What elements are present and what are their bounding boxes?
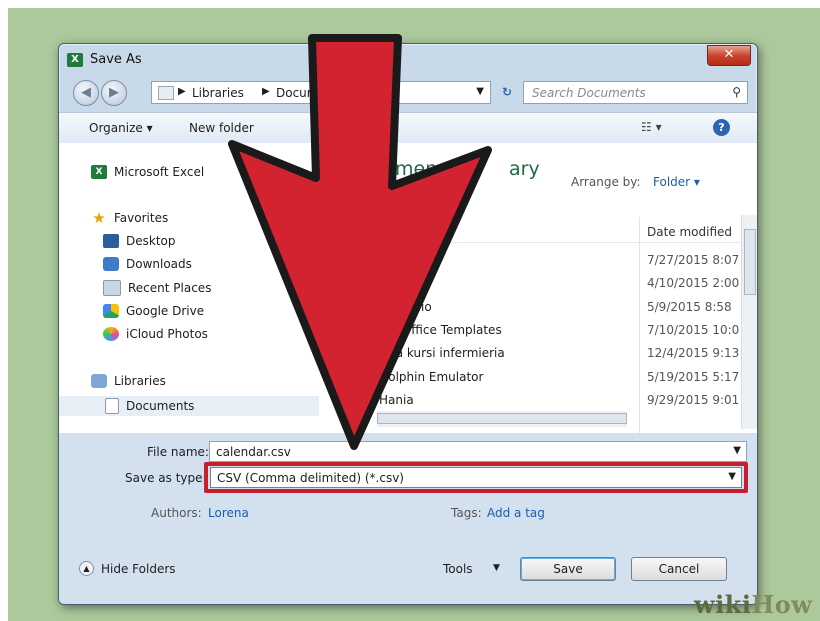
- star-icon: ★: [92, 209, 106, 227]
- hide-folders-button[interactable]: ▲ Hide Folders: [79, 561, 176, 576]
- sidebar-item-label: iCloud Photos: [126, 327, 208, 341]
- save-button[interactable]: Save: [520, 557, 616, 581]
- search-placeholder: Search Documents: [532, 86, 646, 100]
- chevron-down-icon[interactable]: ▼: [733, 445, 741, 456]
- documents-icon: [105, 398, 119, 414]
- tags-label: Tags:: [451, 506, 482, 520]
- sidebar-item-desktop[interactable]: Desktop: [103, 234, 176, 248]
- sidebar-group-favorites[interactable]: ★ Favorites: [91, 210, 168, 226]
- column-header-date-modified[interactable]: Date modified: [647, 225, 732, 239]
- vertical-scrollbar[interactable]: [741, 215, 757, 429]
- file-date: 7/10/2015 10:0: [647, 323, 740, 337]
- hide-folders-label: Hide Folders: [101, 561, 176, 576]
- arrow-shape: [228, 34, 492, 450]
- sidebar-item-label: Google Drive: [126, 304, 205, 318]
- help-icon[interactable]: ?: [713, 119, 730, 136]
- libraries-icon: [91, 374, 107, 388]
- chevron-right-icon: ▶: [178, 86, 186, 97]
- watermark-part2: How: [751, 590, 813, 619]
- excel-app-icon: X: [67, 53, 83, 67]
- file-date: 4/10/2015 2:00: [647, 276, 740, 290]
- search-icon[interactable]: ⚲: [732, 85, 741, 99]
- cancel-button[interactable]: Cancel: [631, 557, 727, 581]
- sidebar-group-label: Favorites: [114, 211, 169, 225]
- downloads-icon: [103, 257, 119, 271]
- tags-value[interactable]: Add a tag: [487, 506, 545, 520]
- highlight-box: [204, 462, 748, 493]
- sidebar-item-recent-places[interactable]: Recent Places: [103, 280, 211, 296]
- file-name-label: File name:: [147, 445, 209, 459]
- chevron-down-icon[interactable]: ▼: [493, 563, 500, 573]
- chevron-up-icon: ▲: [79, 561, 94, 576]
- view-options-button[interactable]: ☷ ▾: [641, 120, 662, 134]
- watermark: wikiHow: [694, 590, 812, 619]
- sidebar-item-label: Documents: [126, 399, 195, 413]
- sidebar-item-label: Microsoft Excel: [114, 165, 205, 179]
- icloud-photos-icon: [103, 327, 119, 341]
- tools-button[interactable]: Tools: [443, 562, 473, 576]
- watermark-part1: wiki: [694, 590, 752, 619]
- file-date: 5/9/2015 8:58: [647, 300, 732, 314]
- file-date: 12/4/2015 9:13: [647, 346, 740, 360]
- column-separator: [639, 217, 640, 437]
- folder-icon: [158, 86, 174, 100]
- sidebar-item-label: Desktop: [126, 234, 176, 248]
- google-drive-icon: [103, 304, 119, 318]
- red-arrow-annotation: [228, 34, 492, 450]
- library-title-tail: ary: [509, 158, 540, 180]
- authors-label: Authors:: [151, 506, 202, 520]
- desktop-icon: [103, 234, 119, 248]
- sidebar-item-label: Downloads: [126, 257, 192, 271]
- dialog-title: Save As: [90, 52, 142, 67]
- forward-button[interactable]: ▶: [101, 80, 127, 106]
- sidebar-item-icloud-photos[interactable]: iCloud Photos: [103, 327, 208, 341]
- recent-places-icon: [103, 280, 121, 296]
- back-button[interactable]: ◀: [73, 80, 99, 106]
- search-input[interactable]: Search Documents ⚲: [523, 81, 748, 104]
- scrollbar-thumb[interactable]: [744, 229, 756, 295]
- authors-value[interactable]: Lorena: [208, 506, 249, 520]
- organize-button[interactable]: Organize ▾: [89, 121, 153, 135]
- sidebar-item-label: Recent Places: [128, 281, 212, 295]
- save-form: File name: calendar.csv ▼ Save as type: …: [59, 433, 757, 604]
- arrange-by-label: Arrange by:: [571, 175, 641, 189]
- sidebar-group-libraries[interactable]: Libraries: [91, 374, 166, 388]
- sidebar-item-google-drive[interactable]: Google Drive: [103, 304, 204, 318]
- file-date: 7/27/2015 8:07: [647, 253, 740, 267]
- close-button[interactable]: ✕: [707, 45, 751, 66]
- file-date: 5/19/2015 5:17: [647, 370, 740, 384]
- file-date: 9/29/2015 9:01: [647, 393, 740, 407]
- arrange-by-dropdown[interactable]: Folder ▾: [653, 175, 700, 189]
- sidebar-item-downloads[interactable]: Downloads: [103, 257, 192, 271]
- save-as-type-label: Save as type:: [125, 471, 207, 485]
- sidebar-item-excel[interactable]: X Microsoft Excel: [91, 165, 204, 179]
- sidebar-item-documents[interactable]: Documents: [105, 398, 194, 414]
- excel-icon: X: [91, 165, 107, 179]
- sidebar-group-label: Libraries: [114, 374, 166, 388]
